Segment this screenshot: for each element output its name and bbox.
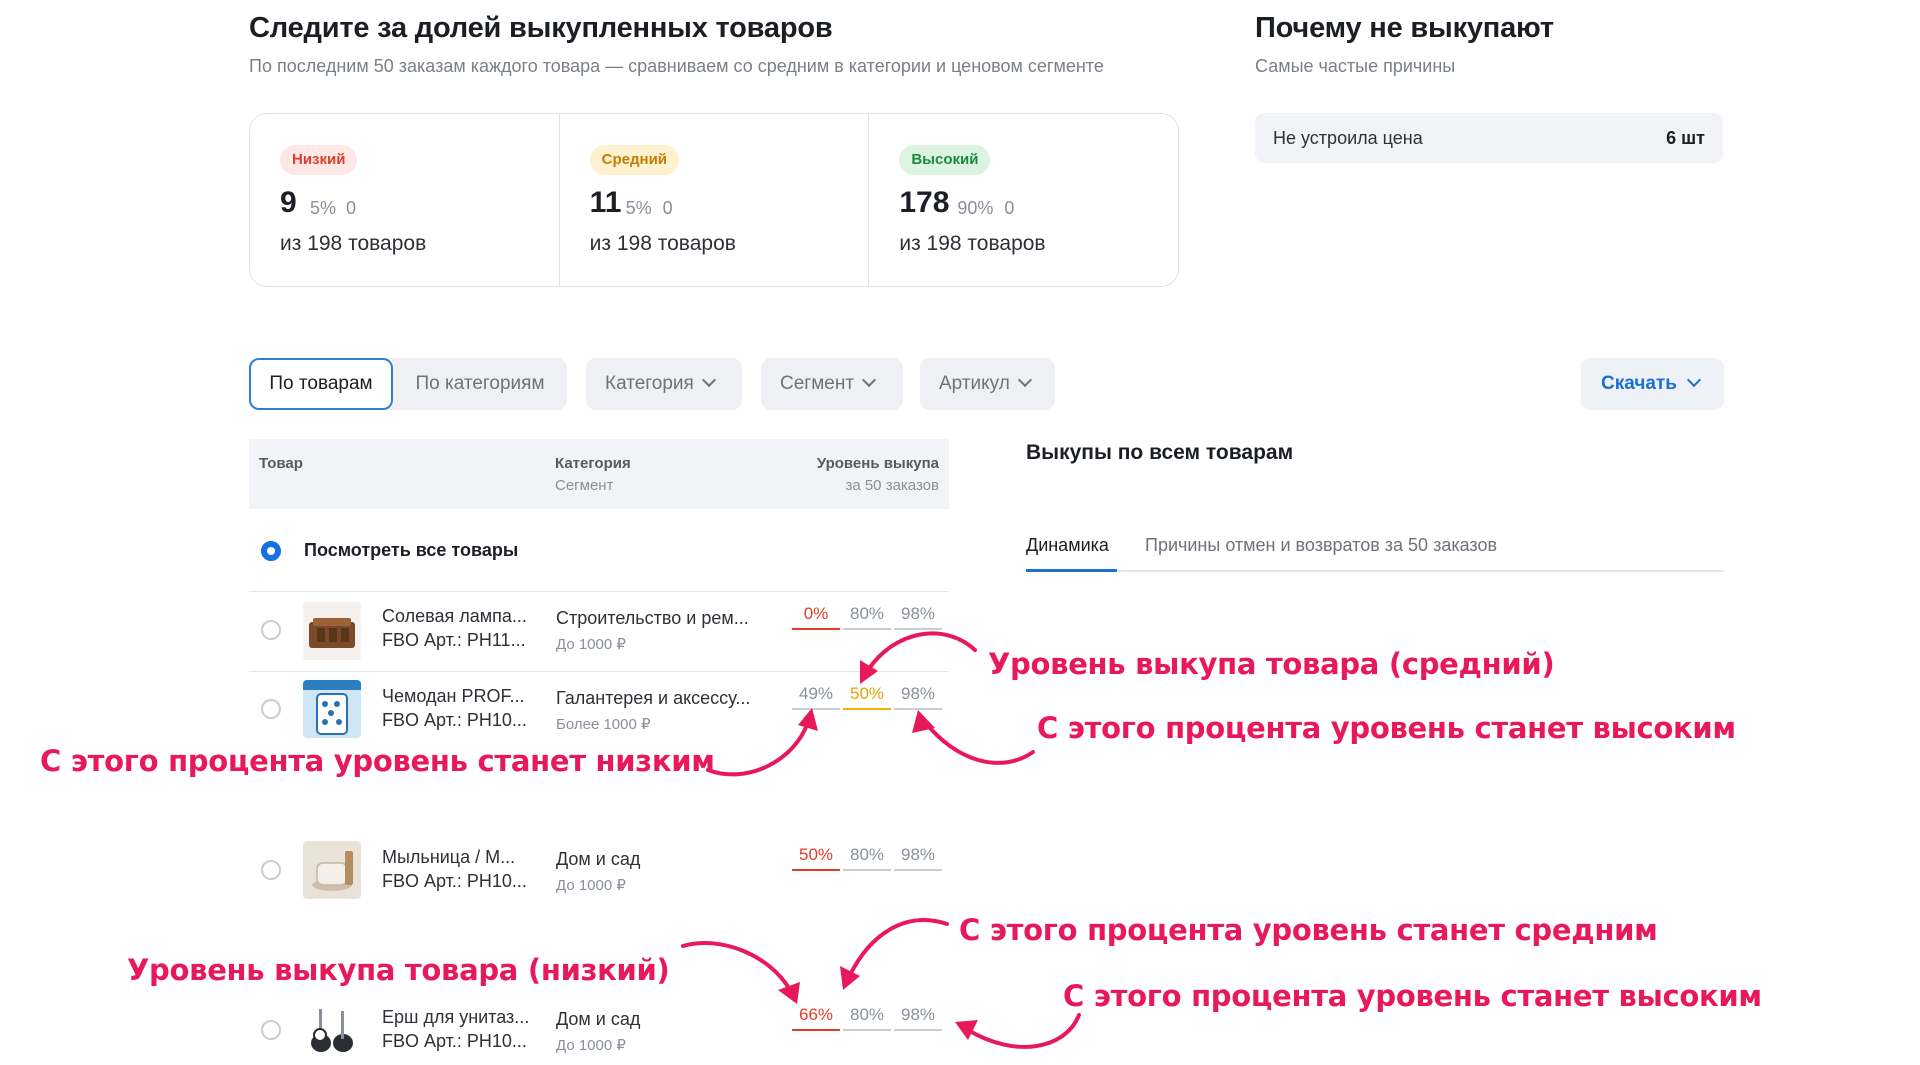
- annotation-threshold-mid: С этого процента уровень станет средним: [959, 913, 1658, 947]
- annotation-current-level-mid: Уровень выкупа товара (средний): [988, 647, 1555, 681]
- annotation-arrows: [681, 631, 1081, 1049]
- arrow-row2-current: [866, 631, 977, 672]
- annotation-threshold-high: С этого процента уровень станет высоким: [1037, 711, 1736, 745]
- arrow-row2-high: [923, 720, 1035, 765]
- arrow-row4-current: [681, 941, 792, 992]
- arrow-row2-low: [706, 720, 810, 777]
- arrow-row4-high: [966, 1013, 1081, 1049]
- arrow-row4-mid: [848, 918, 949, 977]
- annotation-current-level-low: Уровень выкупа товара (низкий): [127, 953, 670, 987]
- annotation-threshold-low: С этого процента уровень станет низким: [40, 744, 715, 778]
- annotation-threshold-high-2: С этого процента уровень станет высоким: [1063, 979, 1762, 1013]
